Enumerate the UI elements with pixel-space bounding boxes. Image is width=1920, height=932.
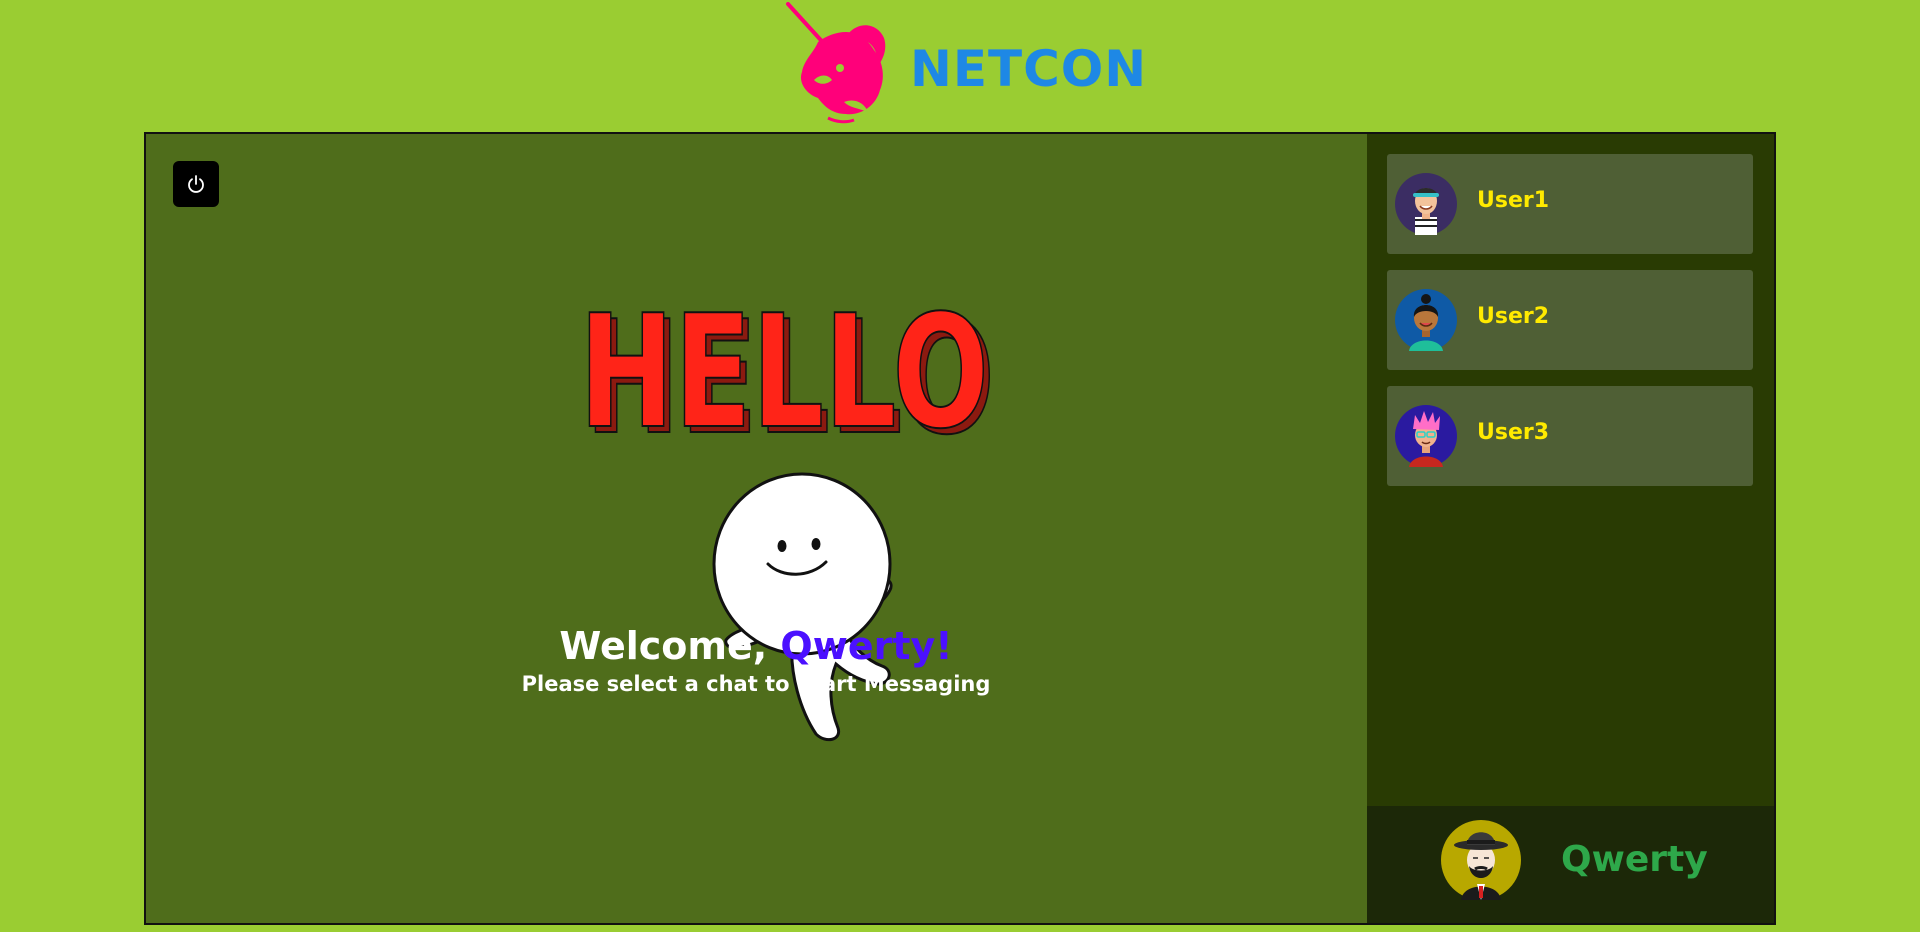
- contact-user2[interactable]: User2: [1387, 270, 1753, 370]
- hello-word-face: HELLO: [579, 281, 989, 463]
- contact-user3[interactable]: User3: [1387, 386, 1753, 486]
- app-title: NETCON: [910, 40, 1148, 98]
- contact-name: User2: [1477, 304, 1550, 329]
- waving-character: [712, 472, 893, 742]
- welcome-message: Welcome, Qwerty! Please select a chat to…: [456, 624, 1056, 696]
- welcome-username: Qwerty!: [780, 624, 953, 668]
- contact-name: User1: [1477, 188, 1550, 213]
- avatar: [1395, 173, 1457, 235]
- power-icon: [188, 175, 204, 193]
- avatar: [1441, 820, 1521, 900]
- avatar: [1395, 289, 1457, 351]
- welcome-heading: Welcome, Qwerty!: [456, 624, 1056, 668]
- logout-button[interactable]: [173, 161, 219, 207]
- current-user-bar: Qwerty: [1367, 806, 1774, 923]
- contact-name: User3: [1477, 420, 1550, 445]
- contact-user1[interactable]: User1: [1387, 154, 1753, 254]
- contacts-sidebar: User1 User2 User3 Qwerty: [1367, 134, 1774, 923]
- current-user-name: Qwerty: [1561, 839, 1708, 880]
- welcome-greeting: Welcome,: [559, 624, 768, 668]
- welcome-subtitle: Please select a chat to Start Messaging: [521, 672, 991, 696]
- chat-app: HELLO HELLO Welcome, Qwerty! Please sele…: [144, 132, 1776, 925]
- header: NETCON: [0, 0, 1920, 132]
- unicorn-logo-icon: [786, 2, 886, 124]
- avatar: [1395, 405, 1457, 467]
